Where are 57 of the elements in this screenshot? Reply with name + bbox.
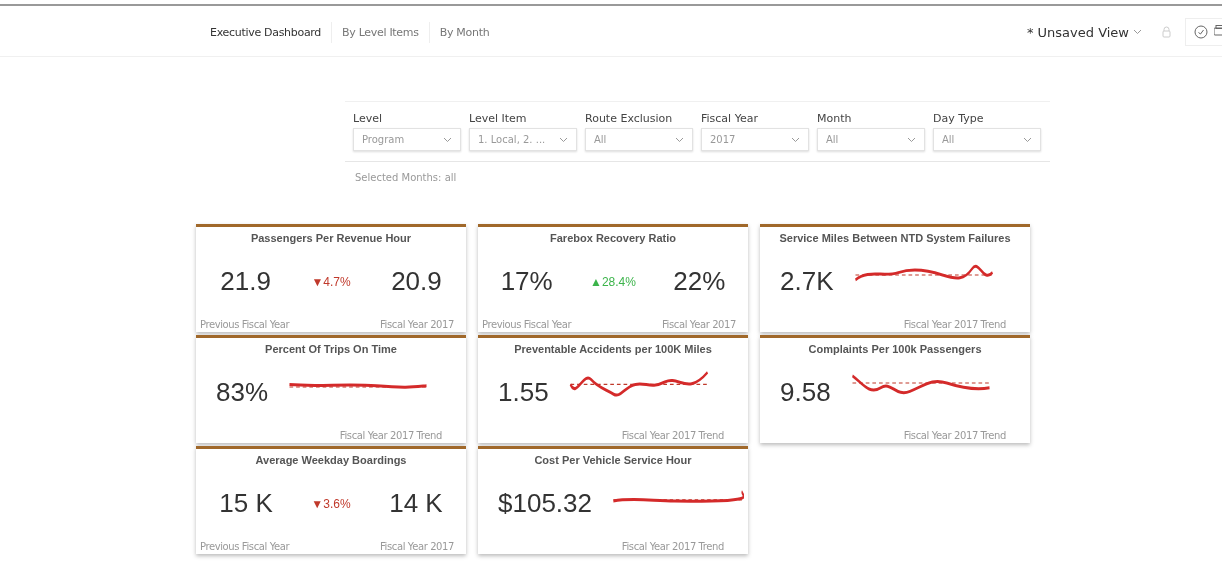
previous-label: Previous Fiscal Year — [482, 319, 572, 330]
filter-dropdown[interactable]: 2017 — [701, 128, 809, 151]
trend-label: Fiscal Year 2017 Trend — [903, 430, 1006, 441]
trend-label: Fiscal Year 2017 Trend — [339, 430, 442, 441]
card-title: Average Weekday Boardings — [254, 453, 408, 466]
filter-dropdown[interactable]: All — [817, 128, 925, 151]
current-value: 14 K — [389, 488, 443, 519]
tab[interactable]: By Level Items — [332, 21, 430, 43]
filter-dropdown[interactable]: Program — [353, 128, 461, 151]
previous-value: 17% — [500, 266, 553, 297]
card-title: Service Miles Between NTD System Failures — [778, 231, 1012, 244]
chevron-down-icon — [791, 136, 800, 143]
filter-label: Level Item — [469, 112, 528, 125]
tab[interactable]: Executive Dashboard — [200, 21, 333, 43]
trend-label: Fiscal Year 2017 Trend — [621, 541, 724, 552]
trend-label: Fiscal Year 2017 Trend — [903, 319, 1006, 330]
chevron-down-icon — [559, 136, 568, 143]
view-dropdown[interactable]: * Unsaved View — [1020, 23, 1148, 41]
current-value: 22% — [673, 266, 726, 297]
change-indicator: ▼3.6% — [311, 496, 351, 511]
previous-label: Previous Fiscal Year — [200, 319, 290, 330]
kpi-value: 83% — [216, 377, 269, 408]
chevron-down-icon — [1133, 29, 1142, 35]
chevron-down-icon — [907, 136, 916, 143]
previous-label: Previous Fiscal Year — [200, 541, 290, 552]
change-indicator: ▲28.4% — [590, 274, 636, 289]
selected-months-text: Selected Months: all — [355, 172, 458, 183]
filter-dropdown[interactable]: 1. Local, 2. ... — [469, 128, 577, 151]
filter-label: Month — [817, 112, 853, 125]
chevron-down-icon — [675, 136, 684, 143]
filter-label: Level — [353, 112, 384, 125]
card-title: Complaints Per 100k Passengers — [807, 342, 983, 355]
card-title: Preventable Accidents per 100K Miles — [513, 342, 713, 355]
card-title: Passengers Per Revenue Hour — [249, 231, 413, 244]
chevron-down-icon — [443, 136, 452, 143]
card-title: Farebox Recovery Ratio — [549, 231, 677, 244]
filter-dropdown[interactable]: All — [933, 128, 1041, 151]
previous-value: 21.9 — [220, 266, 271, 297]
kpi-value: 2.7K — [780, 266, 834, 297]
filter-label: Route Exclusion — [585, 112, 674, 125]
current-label: Fiscal Year 2017 — [380, 319, 454, 330]
current-label: Fiscal Year 2017 — [380, 541, 454, 552]
filter-label: Fiscal Year — [701, 112, 759, 125]
kpi-value: $105.32 — [498, 488, 592, 519]
current-label: Fiscal Year 2017 — [662, 319, 736, 330]
previous-value: 15 K — [219, 488, 273, 519]
filter-dropdown[interactable]: All — [585, 128, 693, 151]
tab[interactable]: By Month — [429, 21, 500, 43]
filter-label: Day Type — [933, 112, 985, 125]
card-title: Percent Of Trips On Time — [264, 342, 398, 355]
kpi-value: 1.55 — [498, 377, 549, 408]
trend-label: Fiscal Year 2017 Trend — [621, 430, 724, 441]
card-title: Cost Per Vehicle Service Hour — [533, 453, 693, 466]
chevron-down-icon — [1023, 136, 1032, 143]
kpi-value: 9.58 — [780, 377, 831, 408]
current-value: 20.9 — [391, 266, 442, 297]
change-indicator: ▼4.7% — [311, 274, 351, 289]
